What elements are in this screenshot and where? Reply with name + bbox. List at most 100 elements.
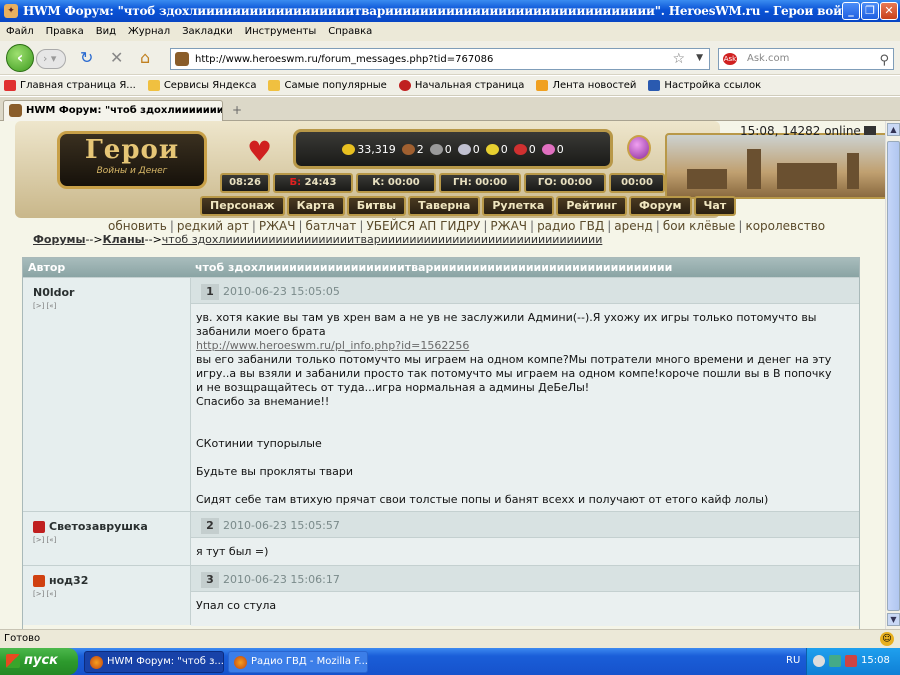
new-tab-button[interactable]: + <box>228 102 246 119</box>
maximize-button[interactable]: ❐ <box>861 2 879 20</box>
window-titlebar: ✦ HWM Форум: "чтоб здохлииииииииииииииии… <box>0 0 900 22</box>
menu-tools[interactable]: Инструменты <box>245 26 317 37</box>
bookmark-star-icon[interactable]: ☆ <box>672 51 685 67</box>
game-header: Герои Войны и Денег ♥ 33,319 2 0 0 0 0 0 <box>15 121 885 218</box>
link-lol-2[interactable]: РЖАЧ <box>490 219 527 233</box>
post-date: 2010-06-23 15:06:17 <box>223 573 340 586</box>
reload-icon[interactable]: ↻ <box>80 49 93 67</box>
tab-character[interactable]: Персонаж <box>200 196 285 216</box>
link-refresh[interactable]: обновить <box>108 219 167 233</box>
page-scrollbar[interactable]: ▲ ▼ <box>885 121 900 629</box>
search-icon[interactable]: ⚲ <box>879 51 889 71</box>
timer-1: 08:26 <box>220 173 270 193</box>
breadcrumb-forums[interactable]: Форумы <box>33 233 85 246</box>
search-input[interactable]: Ask Ask.com ⚲ <box>718 48 894 70</box>
bookmark-item[interactable]: Настройка ссылок <box>648 80 761 91</box>
url-bar[interactable]: http://www.heroeswm.ru/forum_messages.ph… <box>170 48 710 70</box>
tab-forum[interactable]: Форум <box>629 196 692 216</box>
link-kingdom[interactable]: королевство <box>745 219 825 233</box>
bookmark-item[interactable]: Главная страница Я... <box>4 80 136 91</box>
server-clock: 15:08, 14282 online <box>740 124 876 138</box>
menu-view[interactable]: Вид <box>96 26 116 37</box>
ore-resource: 0 <box>429 143 452 156</box>
addon-smiley-icon[interactable]: ☺ <box>880 632 894 646</box>
taskbar-item-radio[interactable]: Радио ГВД - Mozilla F... <box>228 651 368 673</box>
link-battlechat[interactable]: батлчат <box>306 219 357 233</box>
url-text: http://www.heroeswm.ru/forum_messages.ph… <box>195 53 494 65</box>
link-rent[interactable]: аренд <box>614 219 653 233</box>
tab-chat[interactable]: Чат <box>693 196 737 216</box>
author-name[interactable]: нод32 <box>49 574 88 587</box>
col-author: Автор <box>28 261 66 274</box>
author-name[interactable]: Светозаврушка <box>49 520 148 533</box>
menu-history[interactable]: Журнал <box>128 26 170 37</box>
post-number[interactable]: 1 <box>201 284 219 300</box>
status-text: Готово <box>4 633 41 644</box>
timer-k: К: 00:00 <box>356 173 436 193</box>
home-icon[interactable]: ⌂ <box>140 49 150 67</box>
site-favicon <box>175 52 189 66</box>
link-radio[interactable]: радио ГВД <box>537 219 604 233</box>
bookmark-item[interactable]: Начальная страница <box>398 80 524 91</box>
scroll-down-icon[interactable]: ▼ <box>887 613 900 626</box>
tab-map[interactable]: Карта <box>286 196 345 216</box>
post-date: 2010-06-23 15:05:05 <box>223 285 340 298</box>
url-dropdown-icon[interactable]: ▼ <box>696 53 703 63</box>
firefox-icon <box>90 656 103 669</box>
page-content: Герои Войны и Денег ♥ 33,319 2 0 0 0 0 0 <box>0 121 885 629</box>
tab-tavern[interactable]: Таверна <box>408 196 481 216</box>
tab-battles[interactable]: Битвы <box>346 196 407 216</box>
breadcrumb-clans[interactable]: Кланы <box>103 233 145 246</box>
breadcrumb-topic[interactable]: чтоб здохлиииииииииииииииииитварииииииии… <box>162 233 603 246</box>
menu-bookmarks[interactable]: Закладки <box>182 26 233 37</box>
network-icon[interactable] <box>829 655 841 667</box>
tab-roulette[interactable]: Рулетка <box>482 196 555 216</box>
menu-help[interactable]: Справка <box>328 26 372 37</box>
mercury-resource: 0 <box>457 143 480 156</box>
bookmark-item[interactable]: Сервисы Яндекса <box>147 80 256 91</box>
link-lol[interactable]: РЖАЧ <box>259 219 296 233</box>
tray-back-icon[interactable] <box>813 655 825 667</box>
ore-icon <box>429 143 443 155</box>
game-logo[interactable]: Герои Войны и Денег <box>57 131 207 189</box>
browser-window: ✦ HWM Форум: "чтоб здохлииииииииииииииии… <box>0 0 900 675</box>
taskbar-item-forum[interactable]: HWM Форум: "чтоб з... <box>84 651 224 673</box>
tab-rating[interactable]: Рейтинг <box>556 196 628 216</box>
author-actions[interactable]: [>] [«] <box>33 302 190 310</box>
language-indicator[interactable]: RU <box>786 655 800 666</box>
ask-engine-icon[interactable]: Ask <box>723 53 737 65</box>
crown-icon <box>33 574 45 587</box>
post-number[interactable]: 2 <box>201 518 219 534</box>
col-topic: чтоб здохлиииииииииииииииииитварииииииии… <box>195 261 673 274</box>
author-actions[interactable]: [>] [«] <box>33 590 190 598</box>
post-number[interactable]: 3 <box>201 572 219 588</box>
forward-button[interactable]: › ▾ <box>36 49 66 69</box>
link-hydra[interactable]: УБЕЙСЯ АП ГИДРУ <box>366 219 480 233</box>
bookmark-item[interactable]: Лента новостей <box>536 80 636 91</box>
start-button[interactable]: пуск <box>0 648 78 675</box>
author-actions[interactable]: [>] [«] <box>33 536 190 544</box>
author-name[interactable]: N0ldor <box>33 286 75 299</box>
bookmark-item[interactable]: Самые популярные <box>268 80 387 91</box>
crystal-resource: 0 <box>513 143 536 156</box>
site-favicon <box>9 104 22 117</box>
post-header: 3 2010-06-23 15:06:17 <box>191 566 859 592</box>
minimize-button[interactable]: _ <box>842 2 860 20</box>
profile-link[interactable]: http://www.heroeswm.ru/pl_info.php?id=15… <box>196 339 469 352</box>
link-cool-fights[interactable]: бои клёвые <box>663 219 736 233</box>
close-button[interactable]: ✕ <box>880 2 898 20</box>
forum-table-header: Автор чтоб здохлиииииииииииииииииитварии… <box>23 258 859 277</box>
scroll-up-icon[interactable]: ▲ <box>887 123 900 136</box>
security-icon[interactable] <box>845 655 857 667</box>
search-placeholder: Ask.com <box>747 53 790 64</box>
tab-forum[interactable]: HWM Форум: "чтоб здохлиииииииии... <box>3 100 223 121</box>
link-rare-art[interactable]: редкий арт <box>177 219 249 233</box>
back-button[interactable]: ‹ <box>6 44 34 72</box>
scroll-thumb[interactable] <box>887 141 900 611</box>
gems-resource: 0 <box>541 143 564 156</box>
menu-bar: Файл Правка Вид Журнал Закладки Инструме… <box>0 22 900 41</box>
stop-icon[interactable]: ✕ <box>110 49 123 67</box>
menu-edit[interactable]: Правка <box>46 26 84 37</box>
menu-file[interactable]: Файл <box>6 26 34 37</box>
post-body: Упал со стула <box>191 592 859 626</box>
